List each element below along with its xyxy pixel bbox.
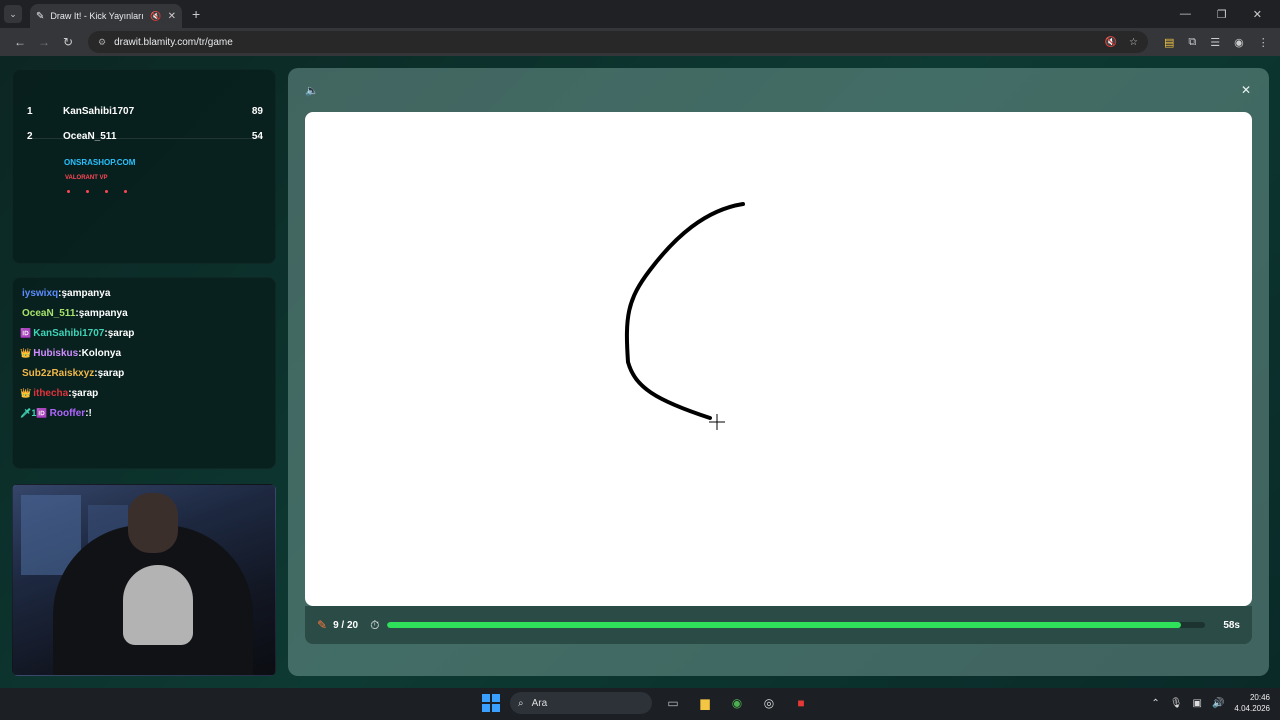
site-info-icon[interactable]: ⚙ [98,37,106,48]
page-content: 1 KanSahibi1707 89 2 OceaN_511 54 ONSRAS… [0,56,1280,688]
chat-message: iyswixq:şampanya [22,288,111,299]
window-controls: — ❐ ✕ [1180,8,1262,21]
close-icon[interactable]: ✕ [1241,83,1251,97]
chat-text: Kolonya [81,348,122,359]
chat-username[interactable]: iyswixq [22,288,58,299]
taskbar-search[interactable]: ⌕ Ara [510,692,652,714]
score-rank: 2 [27,131,33,142]
round-counter: 9 / 20 [333,619,359,631]
timer-icon: ⏱ [370,617,380,632]
drawing-strokes [624,202,745,430]
reading-list-icon[interactable]: ☰ [1210,36,1220,49]
browser-tab-active[interactable]: ✎ Draw It! - Kick Yayınları İçin 🔇 ✕ [30,4,182,28]
tab-search-button[interactable]: ⌄ [4,5,22,23]
menu-kebab-icon[interactable]: ⋮ [1258,36,1269,49]
clock-date: 4.04.2026 [1234,704,1270,713]
pencil-icon: ✎ [317,618,328,632]
score-row: 2 OceaN_511 54 [27,131,263,142]
bookmark-star-icon[interactable]: ☆ [1129,37,1138,48]
tab-close-icon[interactable]: ✕ [168,11,176,22]
chat-username[interactable]: Rooffer [50,408,86,419]
task-view-icon[interactable]: ▭ [662,692,684,714]
microphone-icon[interactable]: 🎙 [1170,698,1183,709]
windows-start-icon[interactable] [482,694,500,712]
pencil-favicon-icon: ✎ [36,10,45,22]
time-remaining: 58s [1223,619,1240,631]
chat-text: şarap [97,368,125,379]
back-arrow-icon[interactable]: ← [8,35,32,49]
chat-badge-icon: 🆔 [20,328,32,338]
game-status-bar: ✎ 9 / 20 ⏱ 58s [305,606,1252,644]
chat-text: şampanya [61,288,111,299]
score-points: 54 [251,131,263,142]
chat-username[interactable]: KanSahibi1707 [33,328,104,339]
address-bar[interactable]: ⚙ drawit.blamity.com/tr/game 🔇 ☆ [88,31,1148,53]
stream-video-preview[interactable] [12,484,276,676]
crown-badge-icon: 👑 [20,388,32,398]
search-icon: ⌕ [518,697,524,709]
chat-message: OceaN_511:şampanya [22,308,128,319]
reload-icon[interactable]: ↻ [56,35,80,49]
timer-progress-bar [387,622,1206,628]
extension-icon[interactable]: ▤ [1164,36,1174,49]
chat-username[interactable]: Hubiskus [33,348,78,359]
tab-muted-icon[interactable]: 🔇 [150,11,161,22]
sponsor-badge-dots [67,190,127,193]
chat-message: 🗡1🆔 Rooffer:! [20,408,92,419]
score-row: 1 KanSahibi1707 89 [27,106,263,117]
chat-message: 👑 ithecha:şarap [20,388,99,399]
chat-message: 🆔 KanSahibi1707:şarap [20,328,135,339]
forward-arrow-icon[interactable]: → [32,35,56,49]
chat-text: ! [88,408,92,419]
media-muted-icon[interactable]: 🔇 [1105,37,1117,48]
chat-message: Sub2zRaiskxyz:şarap [22,368,125,379]
crosshair-cursor-icon [709,414,725,430]
chrome-icon[interactable]: ◉ [726,692,748,714]
speaker-icon[interactable]: 🔈 [305,84,319,97]
score-rank: 1 [27,106,33,117]
restore-button[interactable]: ❐ [1217,8,1227,21]
scoreboard-panel: 1 KanSahibi1707 89 2 OceaN_511 54 ONSRAS… [12,69,276,264]
tray-overflow-icon[interactable]: ⌃ [1151,698,1159,709]
tab-title: Draw It! - Kick Yayınları İçin [50,11,144,21]
minimize-button[interactable]: — [1180,8,1191,21]
os-taskbar: ⌕ Ara ▭ ▆ ◉ ◎ ■ ⌃ 🎙 ▣ 🔊 20:46 4.04.2026 [0,688,1280,720]
game-panel: 🔈 ✕ ✎ 9 / 20 ⏱ 58s [288,68,1269,676]
drawing-canvas[interactable] [305,112,1252,606]
app-red-icon[interactable]: ■ [790,692,812,714]
chat-text: şarap [107,328,135,339]
extensions-puzzle-icon[interactable]: ⧉ [1188,36,1196,49]
file-explorer-icon[interactable]: ▆ [694,692,716,714]
chat-username[interactable]: ithecha [33,388,68,399]
window-close-button[interactable]: ✕ [1253,8,1262,21]
chat-text: şampanya [78,308,128,319]
clock-time: 20:46 [1249,693,1270,702]
network-icon[interactable]: ▣ [1193,698,1202,709]
score-player-name: OceaN_511 [63,131,117,142]
search-placeholder: Ara [531,697,548,709]
sponsor-badge-text: ONSRASHOP.COM [64,158,136,167]
chat-message: 👑 Hubiskus:Kolonya [20,348,122,359]
browser-tabbar: ⌄ ✎ Draw It! - Kick Yayınları İçin 🔇 ✕ +… [0,0,1280,28]
chat-username[interactable]: OceaN_511 [22,308,75,319]
url-text[interactable]: drawit.blamity.com/tr/game [114,37,1105,48]
profile-icon[interactable]: ◉ [1234,36,1244,49]
sponsor-badge-subtext: VALORANT VP [65,175,108,181]
punisher-skull-shirt [123,565,193,645]
crown-badge-icon: 👑 [20,348,32,358]
chat-username[interactable]: Sub2zRaiskxyz [22,368,94,379]
timer-progress-fill [387,622,1181,628]
chat-panel: iyswixq:şampanya OceaN_511:şampanya 🆔 Kan… [12,277,276,469]
system-clock[interactable]: 20:46 4.04.2026 [1234,692,1270,714]
steam-icon[interactable]: ◎ [758,692,780,714]
volume-icon[interactable]: 🔊 [1212,698,1224,709]
drawn-stroke [624,202,745,420]
chat-text: şarap [71,388,99,399]
score-player-name: KanSahibi1707 [63,106,135,117]
browser-toolbar: ← → ↻ ⚙ drawit.blamity.com/tr/game 🔇 ☆ ▤… [0,28,1280,56]
score-points: 89 [251,106,263,117]
sword-badge-icon: 🗡1🆔 [20,408,48,418]
new-tab-button[interactable]: + [192,6,200,22]
